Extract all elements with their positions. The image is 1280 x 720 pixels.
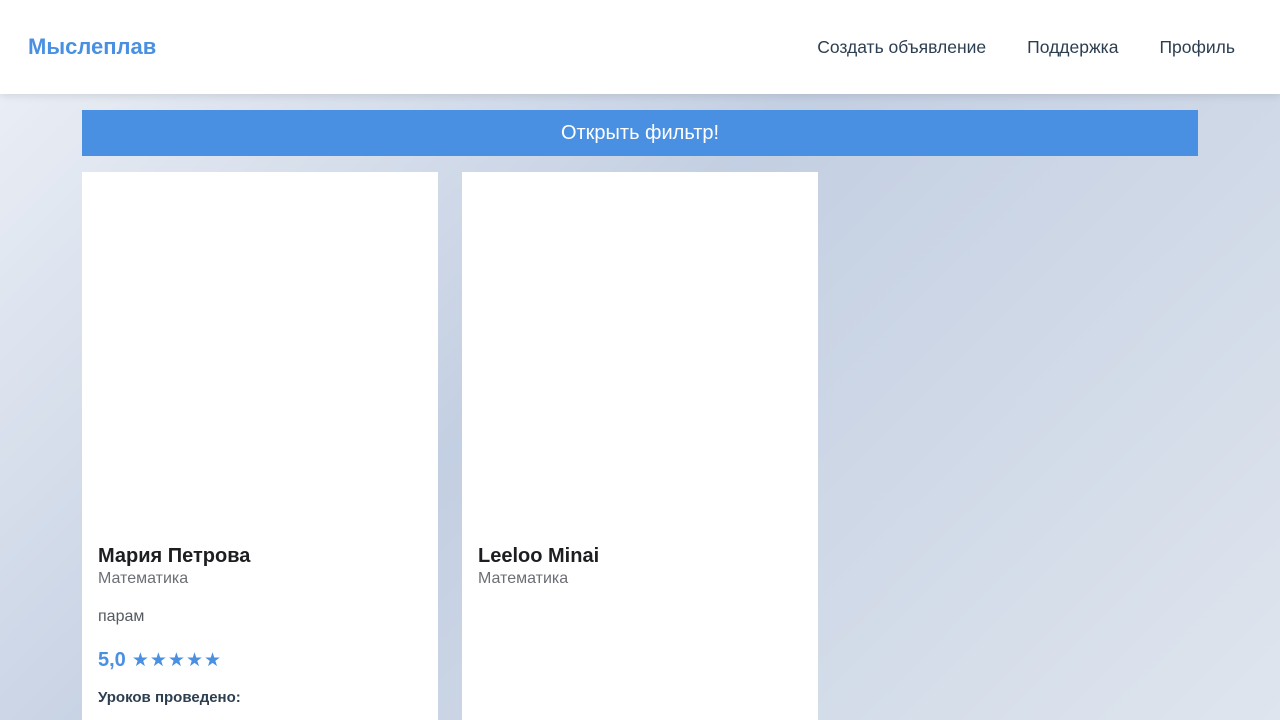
open-filter-button[interactable]: Открыть фильтр!	[82, 110, 1198, 156]
tutor-card-body: Leeloo Minai Математика	[478, 544, 802, 590]
tutor-card[interactable]: Leeloo Minai Математика	[462, 172, 818, 720]
star-icon: ★	[204, 649, 222, 671]
site-logo[interactable]: Мыслеплав	[28, 34, 156, 60]
tutor-subject: Математика	[98, 570, 189, 587]
rating-value: 5,0	[98, 648, 126, 671]
star-icon: ★	[149, 649, 167, 671]
tutor-photo	[462, 172, 818, 532]
nav-support[interactable]: Поддержка	[1027, 37, 1118, 58]
star-icon: ★	[131, 649, 149, 671]
nav-profile[interactable]: Профиль	[1159, 37, 1235, 58]
tutor-name: Leeloo Minai	[478, 545, 600, 567]
lessons-count-label: Уроков проведено:	[98, 689, 241, 706]
tutor-card-list: Мария Петрова Математика парам 5,0 ★ ★ ★…	[82, 172, 818, 720]
tutor-card-body: Мария Петрова Математика парам 5,0 ★ ★ ★…	[98, 544, 422, 706]
tutor-description: парам	[98, 608, 145, 625]
star-icon: ★	[167, 649, 185, 671]
nav-create-listing[interactable]: Создать объявление	[817, 37, 986, 58]
tutor-name: Мария Петрова	[98, 545, 251, 567]
star-icon: ★	[185, 649, 203, 671]
tutor-rating: 5,0 ★ ★ ★ ★ ★	[98, 647, 422, 673]
tutor-subject: Математика	[478, 570, 569, 587]
top-navbar: Мыслеплав Создать объявление Поддержка П…	[0, 0, 1280, 94]
tutor-card[interactable]: Мария Петрова Математика парам 5,0 ★ ★ ★…	[82, 172, 438, 720]
main-nav: Создать объявление Поддержка Профиль	[817, 37, 1235, 58]
tutor-photo	[82, 172, 438, 532]
